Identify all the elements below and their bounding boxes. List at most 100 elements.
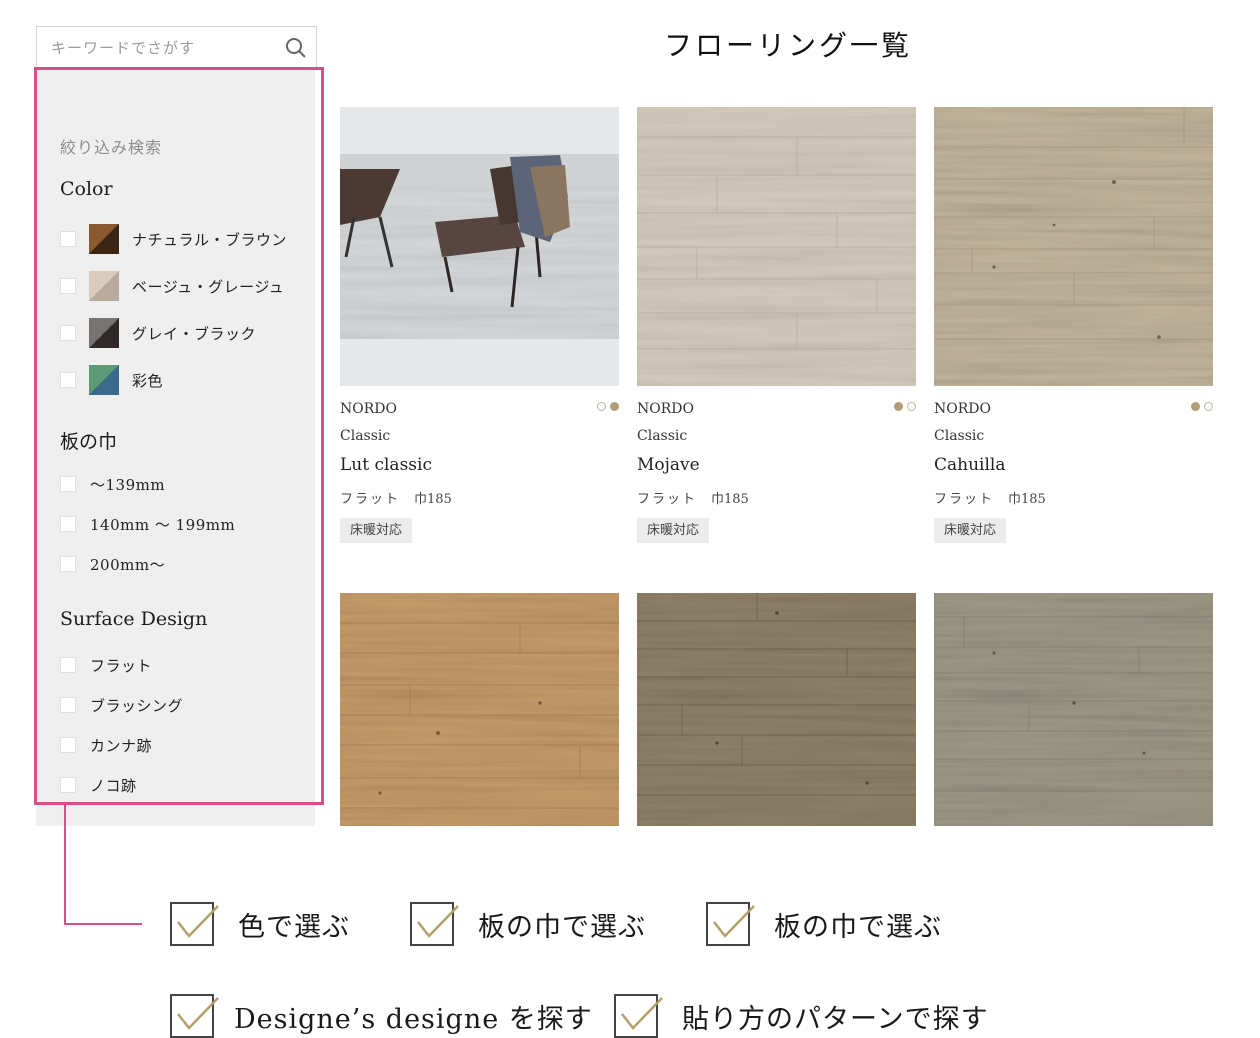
product-spec: フラット 巾185 (934, 488, 1046, 507)
option-label: ナチュラル・ブラウン (132, 230, 288, 249)
product-name[interactable]: Cahuilla (934, 455, 1006, 475)
surface-group-title: Surface Design (60, 608, 208, 630)
feature-label: 板の巾で選ぶ (774, 911, 942, 943)
filter-sidebar: 絞り込み検索 Color ナチュラル・ブラウン ベージュ・グレージュ グレイ・ブ… (36, 68, 315, 826)
product-card[interactable] (637, 593, 916, 826)
product-name[interactable]: Lut classic (340, 455, 432, 475)
search-input[interactable] (37, 27, 277, 69)
check-icon (170, 902, 219, 946)
product-brand: NORDO (934, 401, 991, 417)
callout-line-vertical (64, 805, 66, 925)
checkbox[interactable] (60, 777, 76, 793)
product-image[interactable] (934, 593, 1213, 826)
color-option-colored[interactable]: 彩色 (60, 365, 163, 395)
product-image[interactable] (934, 107, 1213, 386)
color-variant-dots (894, 402, 916, 411)
feature-search-designer: Designe’s designe を探す (170, 994, 593, 1038)
product-image[interactable] (637, 107, 916, 386)
checkbox[interactable] (60, 325, 76, 341)
floor-heating-tag: 床暖対応 (340, 518, 413, 543)
checkbox[interactable] (60, 231, 76, 247)
color-group-title: Color (60, 178, 113, 200)
search-box (36, 26, 317, 69)
filter-title: 絞り込み検索 (60, 138, 163, 157)
product-image[interactable] (340, 593, 619, 826)
option-label: ブラッシング (90, 696, 184, 715)
product-card[interactable] (934, 593, 1213, 826)
checkbox[interactable] (60, 657, 76, 673)
variant-dot[interactable] (597, 402, 606, 411)
option-label: カンナ跡 (90, 736, 153, 755)
option-label: フラット (90, 656, 153, 675)
check-icon (614, 994, 663, 1038)
check-icon (410, 902, 459, 946)
color-swatch (89, 224, 119, 254)
surface-option-saw-marks[interactable]: ノコ跡 (60, 770, 137, 800)
variant-dot[interactable] (610, 402, 619, 411)
feature-choose-width: 板の巾で選ぶ (410, 902, 646, 946)
feature-choose-color: 色で選ぶ (170, 902, 350, 946)
check-icon (170, 994, 219, 1038)
product-width: 巾185 (414, 492, 452, 507)
product-spec: フラット 巾185 (340, 488, 452, 507)
floor-heating-tag: 床暖対応 (934, 518, 1007, 543)
product-surface: フラット (340, 492, 401, 507)
checkbox[interactable] (60, 278, 76, 294)
product-surface: フラット (934, 492, 995, 507)
option-label: グレイ・ブラック (132, 324, 257, 343)
product-card[interactable] (340, 593, 619, 826)
search-icon[interactable] (284, 36, 308, 60)
surface-option-flat[interactable]: フラット (60, 650, 152, 680)
product-card[interactable]: NORDO Classic Cahuilla フラット 巾185 床暖対応 (934, 107, 1213, 547)
width-option-over-200[interactable]: 200mm～ (60, 549, 165, 579)
callout-line-horizontal (64, 923, 142, 925)
feature-label: 色で選ぶ (238, 911, 350, 943)
color-option-natural-brown[interactable]: ナチュラル・ブラウン (60, 224, 287, 254)
product-series: Classic (934, 428, 985, 444)
product-series: Classic (637, 428, 688, 444)
variant-dot[interactable] (1191, 402, 1200, 411)
product-width: 巾185 (711, 492, 749, 507)
option-label: 140mm ～ 199mm (90, 515, 236, 534)
variant-dot[interactable] (907, 402, 916, 411)
option-label: 彩色 (132, 371, 164, 390)
color-option-gray-black[interactable]: グレイ・ブラック (60, 318, 256, 348)
product-card[interactable]: NORDO Classic Lut classic フラット 巾185 床暖対応 (340, 107, 619, 547)
checkbox[interactable] (60, 516, 76, 532)
product-image[interactable] (637, 593, 916, 826)
color-option-beige-greige[interactable]: ベージュ・グレージュ (60, 271, 284, 301)
option-label: ノコ跡 (90, 776, 137, 795)
product-brand: NORDO (340, 401, 397, 417)
product-width: 巾185 (1008, 492, 1046, 507)
check-icon (706, 902, 755, 946)
option-label: ～139mm (90, 475, 166, 494)
color-variant-dots (597, 402, 619, 411)
checkbox[interactable] (60, 737, 76, 753)
product-series: Classic (340, 428, 391, 444)
color-swatch (89, 271, 119, 301)
feature-label: 板の巾で選ぶ (478, 911, 646, 943)
width-group-title: 板の巾 (60, 431, 118, 453)
product-card[interactable]: NORDO Classic Mojave フラット 巾185 床暖対応 (637, 107, 916, 547)
width-option-under-139[interactable]: ～139mm (60, 469, 165, 499)
product-spec: フラット 巾185 (637, 488, 749, 507)
product-surface: フラット (637, 492, 698, 507)
product-name[interactable]: Mojave (637, 455, 700, 475)
variant-dot[interactable] (894, 402, 903, 411)
product-image[interactable] (340, 107, 619, 386)
option-label: 200mm～ (90, 555, 166, 574)
feature-label: 貼り方のパターンで探す (682, 1003, 989, 1035)
checkbox[interactable] (60, 556, 76, 572)
variant-dot[interactable] (1204, 402, 1213, 411)
feature-search-pattern: 貼り方のパターンで探す (614, 994, 989, 1038)
feature-choose-width-2: 板の巾で選ぶ (706, 902, 942, 946)
surface-option-brushing[interactable]: ブラッシング (60, 690, 183, 720)
surface-option-plane-marks[interactable]: カンナ跡 (60, 730, 152, 760)
color-swatch (89, 318, 119, 348)
checkbox[interactable] (60, 697, 76, 713)
checkbox[interactable] (60, 372, 76, 388)
option-label: ベージュ・グレージュ (132, 277, 285, 296)
width-option-140-199[interactable]: 140mm ～ 199mm (60, 509, 235, 539)
checkbox[interactable] (60, 476, 76, 492)
product-brand: NORDO (637, 401, 694, 417)
